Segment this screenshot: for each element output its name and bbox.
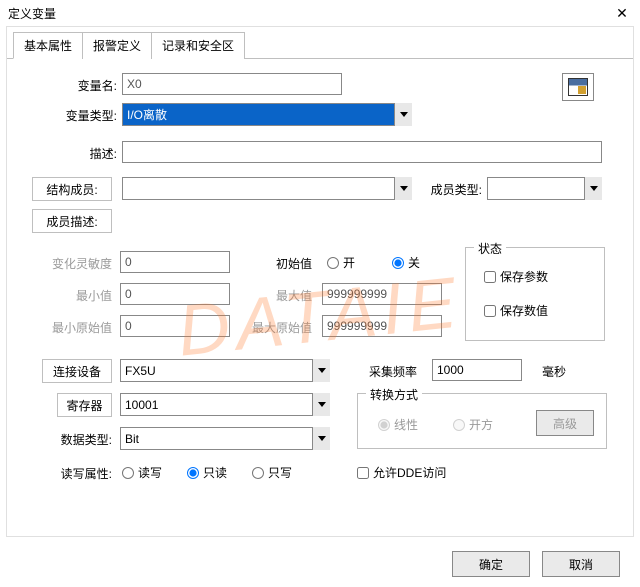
label-struct-member: 结构成员:: [32, 177, 112, 201]
input-freq[interactable]: [432, 359, 522, 381]
check-save-value[interactable]: 保存数值: [484, 302, 548, 319]
label-init: 初始值: [252, 255, 312, 272]
input-max-raw: [322, 315, 442, 337]
input-desc[interactable]: [122, 141, 602, 163]
dialog-body: 基本属性 报警定义 记录和安全区 变量名: 变量类型: I/O离散 描述: 结构…: [6, 26, 634, 537]
select-struct-member[interactable]: [122, 177, 412, 200]
radio-rw-rw[interactable]: 读写: [122, 464, 162, 481]
label-register: 寄存器: [57, 393, 112, 417]
input-member-desc: [122, 209, 602, 231]
label-member-type: 成员类型:: [417, 181, 482, 198]
window-title: 定义变量: [8, 5, 56, 22]
label-max: 最大值: [252, 287, 312, 304]
radio-conv-sqrt: 开方: [453, 416, 493, 433]
select-member-type[interactable]: [487, 177, 602, 200]
check-save-param[interactable]: 保存参数: [484, 268, 548, 285]
ok-button[interactable]: 确定: [452, 551, 530, 577]
radio-conv-linear: 线性: [378, 416, 418, 433]
input-min: [120, 283, 230, 305]
legend-convert: 转换方式: [366, 386, 422, 403]
radio-init-off[interactable]: 关: [392, 254, 420, 271]
chevron-down-icon[interactable]: [312, 427, 330, 450]
input-var-name[interactable]: [122, 73, 342, 95]
label-min: 最小值: [52, 287, 112, 304]
tab-basic[interactable]: 基本属性: [13, 32, 83, 59]
input-sensitivity: [120, 251, 230, 273]
title-bar: 定义变量 ✕: [0, 0, 640, 26]
select-var-type-value: I/O离散: [122, 103, 412, 126]
button-advanced: 高级: [536, 410, 594, 436]
label-member-desc: 成员描述:: [32, 209, 112, 233]
label-freq: 采集频率: [347, 363, 417, 380]
select-datatype[interactable]: Bit: [120, 427, 330, 450]
tab-record[interactable]: 记录和安全区: [151, 32, 245, 59]
legend-status: 状态: [474, 240, 506, 257]
label-desc: 描述:: [67, 145, 117, 162]
input-min-raw: [120, 315, 230, 337]
select-register[interactable]: 10001: [120, 393, 330, 416]
radio-init-on[interactable]: 开: [327, 254, 355, 271]
label-min-raw: 最小原始值: [32, 319, 112, 336]
chevron-down-icon[interactable]: [584, 177, 602, 200]
select-device[interactable]: FX5U: [120, 359, 330, 382]
label-max-raw: 最大原始值: [232, 319, 312, 336]
chevron-down-icon[interactable]: [394, 103, 412, 126]
select-datatype-value: Bit: [120, 427, 330, 450]
properties-icon: [568, 78, 588, 96]
chevron-down-icon[interactable]: [394, 177, 412, 200]
chevron-down-icon[interactable]: [312, 393, 330, 416]
close-icon[interactable]: ✕: [612, 5, 632, 22]
select-register-value: 10001: [120, 393, 330, 416]
cancel-button[interactable]: 取消: [542, 551, 620, 577]
properties-icon-button[interactable]: [562, 73, 594, 101]
chevron-down-icon[interactable]: [312, 359, 330, 382]
label-var-name: 变量名:: [57, 77, 117, 94]
input-max: [322, 283, 442, 305]
radio-rw-w[interactable]: 只写: [252, 464, 292, 481]
tabs: 基本属性 报警定义 记录和安全区: [7, 27, 633, 59]
label-var-type: 变量类型:: [47, 107, 117, 124]
label-device: 连接设备: [42, 359, 112, 383]
group-convert: 转换方式 线性 开方 高级: [357, 393, 607, 449]
label-sensitivity: 变化灵敏度: [32, 255, 112, 272]
select-var-type[interactable]: I/O离散: [122, 103, 412, 126]
select-device-value: FX5U: [120, 359, 330, 382]
radio-rw-r[interactable]: 只读: [187, 464, 227, 481]
label-freq-unit: 毫秒: [542, 363, 582, 380]
footer: 确定 取消: [452, 551, 620, 577]
select-struct-member-value: [122, 177, 412, 200]
check-dde[interactable]: 允许DDE访问: [357, 464, 446, 481]
label-datatype: 数据类型:: [42, 431, 112, 448]
form-area: 变量名: 变量类型: I/O离散 描述: 结构成员: 成员类型: 成员描述: 变…: [7, 59, 633, 538]
label-rw: 读写属性:: [42, 465, 112, 482]
tab-alarm[interactable]: 报警定义: [82, 32, 152, 59]
group-status: 状态 保存参数 保存数值: [465, 247, 605, 341]
